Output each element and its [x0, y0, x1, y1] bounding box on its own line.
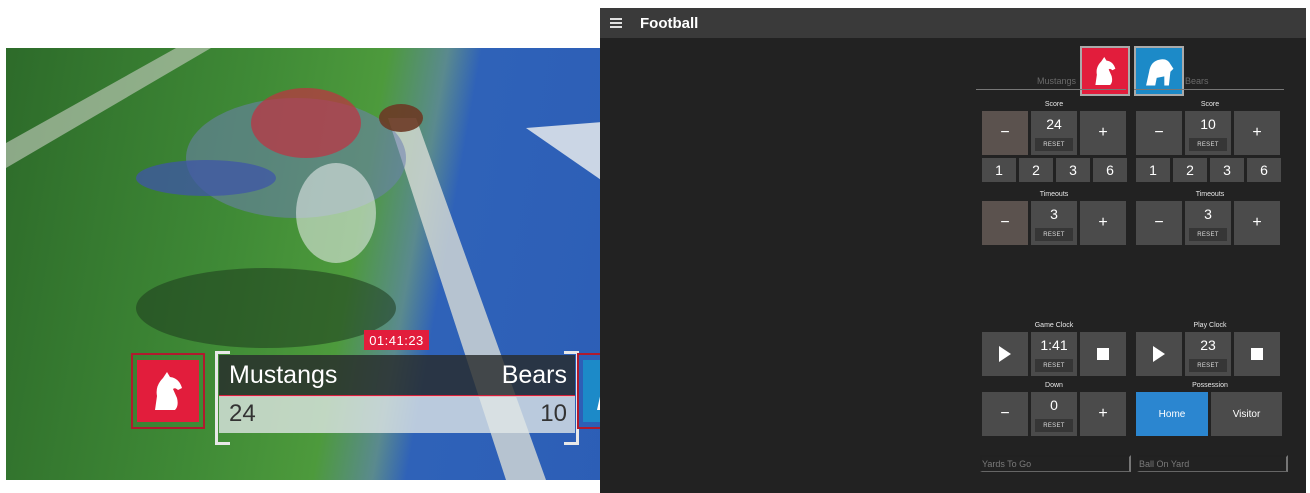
- app-bar: Football: [600, 8, 1306, 38]
- hamburger-menu-icon[interactable]: [610, 18, 622, 28]
- game-clock-value: 1:41: [1040, 337, 1068, 353]
- app-title: Football: [640, 14, 699, 32]
- play-icon: [1153, 346, 1165, 362]
- home-score-increment-button[interactable]: +: [1080, 111, 1126, 155]
- scoreboard-control-app: Football Mustangs Bears Score Score − 24…: [600, 8, 1306, 493]
- game-clock-start-button[interactable]: [982, 332, 1028, 376]
- home-score-display: 24 RESET: [1031, 111, 1077, 155]
- game-timer-badge: 01:41:23: [364, 330, 429, 350]
- stop-icon: [1251, 348, 1263, 360]
- down-reset-button[interactable]: RESET: [1035, 419, 1073, 432]
- home-quick-points-button[interactable]: 6: [1093, 158, 1127, 182]
- home-timeouts-increment-button[interactable]: +: [1080, 201, 1126, 245]
- possession-home-button[interactable]: Home: [1136, 392, 1208, 436]
- visitor-score-value: 10: [1200, 116, 1216, 132]
- visitor-team-label: Bears: [1185, 76, 1209, 86]
- visitor-score-decrement-button[interactable]: −: [1136, 111, 1182, 155]
- game-clock-reset-button[interactable]: RESET: [1035, 359, 1073, 372]
- visitor-timeouts-label: Timeouts: [1195, 191, 1225, 198]
- visitor-score-display: 10 RESET: [1185, 111, 1231, 155]
- play-clock-value: 23: [1200, 337, 1216, 353]
- visitor-header-divider: [1134, 89, 1284, 90]
- visitor-team-name: Bears: [501, 361, 567, 389]
- visitor-quick-points-button[interactable]: 6: [1247, 158, 1281, 182]
- down-value: 0: [1050, 397, 1058, 413]
- home-timeouts-reset-button[interactable]: RESET: [1035, 228, 1073, 241]
- down-label: Down: [1045, 382, 1063, 389]
- mustang-icon: [155, 372, 182, 410]
- scoreboard-overlay: Mustangs Bears 24 10: [215, 351, 579, 445]
- visitor-quick-points-button[interactable]: 2: [1173, 158, 1207, 182]
- home-score-value: 24: [1046, 116, 1062, 132]
- home-score-decrement-button[interactable]: −: [982, 111, 1028, 155]
- home-score-reset-button[interactable]: RESET: [1035, 138, 1073, 151]
- play-clock-reset-button[interactable]: RESET: [1189, 359, 1227, 372]
- visitor-quick-points-button[interactable]: 3: [1210, 158, 1244, 182]
- home-header-divider: [976, 89, 1126, 90]
- ball-on-yard-field[interactable]: [1137, 455, 1288, 472]
- bear-icon: [1146, 59, 1174, 86]
- visitor-score-increment-button[interactable]: +: [1234, 111, 1280, 155]
- play-clock-stop-button[interactable]: [1234, 332, 1280, 376]
- visitor-quick-points-button[interactable]: 1: [1136, 158, 1170, 182]
- home-timeouts-display: 3 RESET: [1031, 201, 1077, 245]
- home-quick-points-button[interactable]: 2: [1019, 158, 1053, 182]
- home-team-score: 24: [229, 400, 256, 427]
- scoreboard-names-bar: Mustangs Bears: [219, 355, 575, 397]
- visitor-timeouts-reset-button[interactable]: RESET: [1189, 228, 1227, 241]
- possession-label: Possession: [1192, 382, 1228, 389]
- play-clock-display: 23 RESET: [1185, 332, 1231, 376]
- play-clock-label: Play Clock: [1193, 322, 1227, 329]
- game-clock-display: 1:41 RESET: [1031, 332, 1077, 376]
- game-clock-stop-button[interactable]: [1080, 332, 1126, 376]
- visitor-timeouts-display: 3 RESET: [1185, 201, 1231, 245]
- play-clock-start-button[interactable]: [1136, 332, 1182, 376]
- visitor-timeouts-decrement-button[interactable]: −: [1136, 201, 1182, 245]
- home-logo: [131, 353, 205, 429]
- home-score-label: Score: [1044, 101, 1064, 108]
- possession-visitor-button[interactable]: Visitor: [1211, 392, 1282, 436]
- down-increment-button[interactable]: +: [1080, 392, 1126, 436]
- visitor-timeouts-increment-button[interactable]: +: [1234, 201, 1280, 245]
- down-display: 0 RESET: [1031, 392, 1077, 436]
- home-quick-points-button[interactable]: 1: [982, 158, 1016, 182]
- yards-to-go-field[interactable]: [980, 455, 1131, 472]
- down-decrement-button[interactable]: −: [982, 392, 1028, 436]
- visitor-team-score: 10: [540, 400, 567, 427]
- home-quick-points-button[interactable]: 3: [1056, 158, 1090, 182]
- mustang-icon: [1095, 56, 1116, 86]
- visitor-timeouts-value: 3: [1204, 206, 1212, 222]
- visitor-score-label: Score: [1200, 101, 1220, 108]
- home-timeouts-decrement-button[interactable]: −: [982, 201, 1028, 245]
- scoreboard-scores-bar: 24 10: [219, 396, 575, 433]
- home-timeouts-value: 3: [1050, 206, 1058, 222]
- stop-icon: [1097, 348, 1109, 360]
- home-timeouts-label: Timeouts: [1039, 191, 1069, 198]
- home-team-label: Mustangs: [1037, 76, 1077, 86]
- game-clock-label: Game Clock: [1034, 322, 1074, 329]
- home-team-name: Mustangs: [229, 361, 338, 389]
- play-icon: [999, 346, 1011, 362]
- visitor-score-reset-button[interactable]: RESET: [1189, 138, 1227, 151]
